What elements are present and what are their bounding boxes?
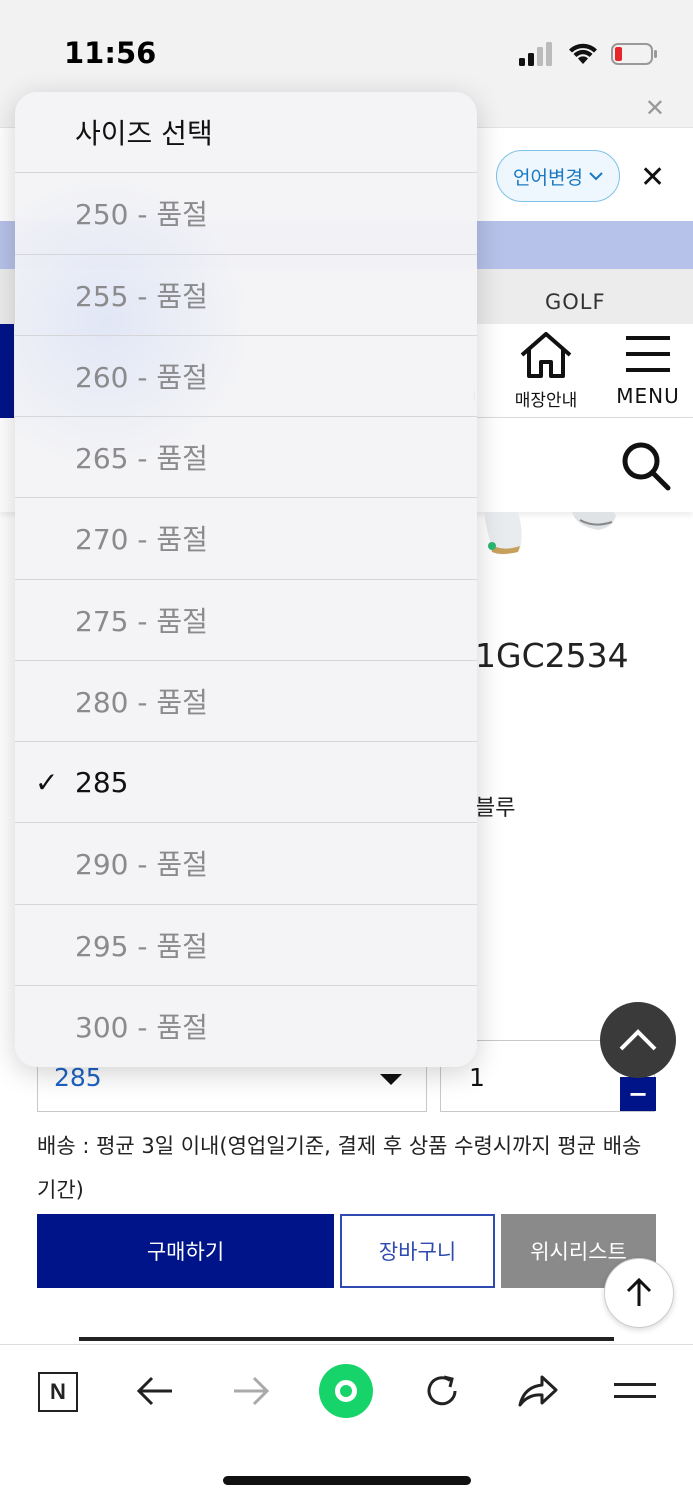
dropdown-option-label: 280 - 품절 bbox=[75, 685, 208, 719]
nav-item-store[interactable]: 매장안내 bbox=[506, 330, 586, 411]
dropdown-option[interactable]: 280 - 품절 bbox=[15, 661, 477, 742]
green-dot-button[interactable] bbox=[319, 1364, 373, 1418]
dropdown-option[interactable]: 265 - 품절 bbox=[15, 417, 477, 499]
dropdown-option-label: 295 - 품절 bbox=[75, 929, 208, 963]
dropdown-option-label: 270 - 품절 bbox=[75, 523, 208, 557]
page-progress-bar bbox=[79, 1337, 614, 1341]
home-indicator bbox=[223, 1476, 471, 1485]
dropdown-option[interactable]: 275 - 품절 bbox=[15, 580, 477, 661]
search-icon[interactable] bbox=[620, 440, 672, 492]
cart-button[interactable]: 장바구니 bbox=[340, 1214, 495, 1288]
caret-down-icon bbox=[380, 1074, 402, 1085]
dropdown-option-label: 265 - 품절 bbox=[75, 442, 208, 476]
browser-menu-button[interactable] bbox=[610, 1366, 660, 1416]
quantity-minus-button[interactable]: − bbox=[620, 1077, 656, 1111]
chevron-up-icon bbox=[619, 1029, 657, 1051]
category-tab-golf[interactable]: GOLF bbox=[545, 290, 606, 314]
forward-button[interactable] bbox=[226, 1366, 276, 1416]
dropdown-option[interactable]: 300 - 품절 bbox=[15, 986, 477, 1067]
nav-menu-label: MENU bbox=[616, 384, 680, 408]
dropdown-option-label: 사이즈 선택 bbox=[75, 117, 213, 151]
nav-store-label: 매장안내 bbox=[514, 391, 578, 411]
dropdown-option-label: 275 - 품절 bbox=[75, 604, 208, 638]
close-icon[interactable]: ✕ bbox=[640, 160, 665, 195]
wifi-icon bbox=[569, 43, 597, 64]
menu-lines-icon bbox=[614, 1383, 656, 1398]
nav-left-accent bbox=[0, 324, 14, 418]
dropdown-option[interactable]: 270 - 품절 bbox=[15, 498, 477, 580]
dropdown-option-label: 300 - 품절 bbox=[75, 1011, 208, 1045]
size-dropdown-menu: 사이즈 선택 250 - 품절 255 - 품절 260 - 품절 265 - … bbox=[15, 92, 477, 1067]
battery-icon bbox=[611, 43, 657, 65]
arrow-right-icon bbox=[234, 1376, 270, 1406]
language-change-button[interactable]: 언어변경 bbox=[496, 150, 620, 202]
green-dot-icon bbox=[335, 1380, 357, 1402]
scroll-up-button[interactable] bbox=[600, 1002, 676, 1078]
cellular-signal-icon bbox=[519, 42, 552, 66]
share-arrow-icon bbox=[518, 1375, 558, 1407]
dropdown-option[interactable]: 255 - 품절 bbox=[15, 255, 477, 336]
share-button[interactable] bbox=[513, 1366, 563, 1416]
dropdown-option-label: 260 - 품절 bbox=[75, 360, 208, 394]
reload-button[interactable] bbox=[417, 1366, 467, 1416]
home-icon bbox=[520, 332, 572, 378]
reload-icon bbox=[427, 1375, 457, 1406]
dropdown-option-label: 285 bbox=[75, 765, 129, 799]
quantity-value: 1 bbox=[469, 1063, 485, 1092]
status-icons bbox=[519, 38, 659, 70]
product-code: 1GC2534 bbox=[475, 636, 629, 675]
arrow-up-icon bbox=[626, 1278, 652, 1306]
back-button[interactable] bbox=[130, 1366, 180, 1416]
product-thumbnails[interactable] bbox=[476, 512, 693, 572]
naver-home-button[interactable]: N bbox=[38, 1372, 78, 1412]
dropdown-option[interactable]: 260 - 품절 bbox=[15, 336, 477, 417]
dropdown-option[interactable]: 290 - 품절 bbox=[15, 823, 477, 905]
dropdown-option[interactable]: 250 - 품절 bbox=[15, 173, 477, 255]
arrow-left-icon bbox=[136, 1376, 172, 1406]
dropdown-option-label: 290 - 품절 bbox=[75, 848, 208, 882]
size-select-value: 285 bbox=[54, 1063, 102, 1092]
back-to-top-button[interactable] bbox=[604, 1258, 674, 1328]
buy-button[interactable]: 구매하기 bbox=[37, 1214, 334, 1288]
status-time: 11:56 bbox=[64, 36, 157, 70]
dropdown-option-label: 250 - 품절 bbox=[75, 198, 208, 232]
dropdown-option-label: 255 - 품절 bbox=[75, 279, 208, 313]
chevron-down-icon bbox=[589, 172, 603, 181]
delivery-info: 배송 : 평균 3일 이내(영업일기준, 결제 후 상품 수령시까지 평균 배송… bbox=[37, 1134, 642, 1202]
product-color: 블루 bbox=[475, 796, 516, 821]
nav-menu-button[interactable]: MENU bbox=[612, 336, 684, 408]
checkmark-icon: ✓ bbox=[35, 765, 59, 799]
dropdown-option-selected[interactable]: ✓ 285 bbox=[15, 742, 477, 824]
dropdown-option[interactable]: 295 - 품절 bbox=[15, 905, 477, 986]
language-change-label: 언어변경 bbox=[513, 166, 583, 189]
banner-close-icon[interactable]: ✕ bbox=[645, 94, 665, 122]
hamburger-icon bbox=[626, 336, 670, 372]
dropdown-option-header[interactable]: 사이즈 선택 bbox=[15, 92, 477, 174]
